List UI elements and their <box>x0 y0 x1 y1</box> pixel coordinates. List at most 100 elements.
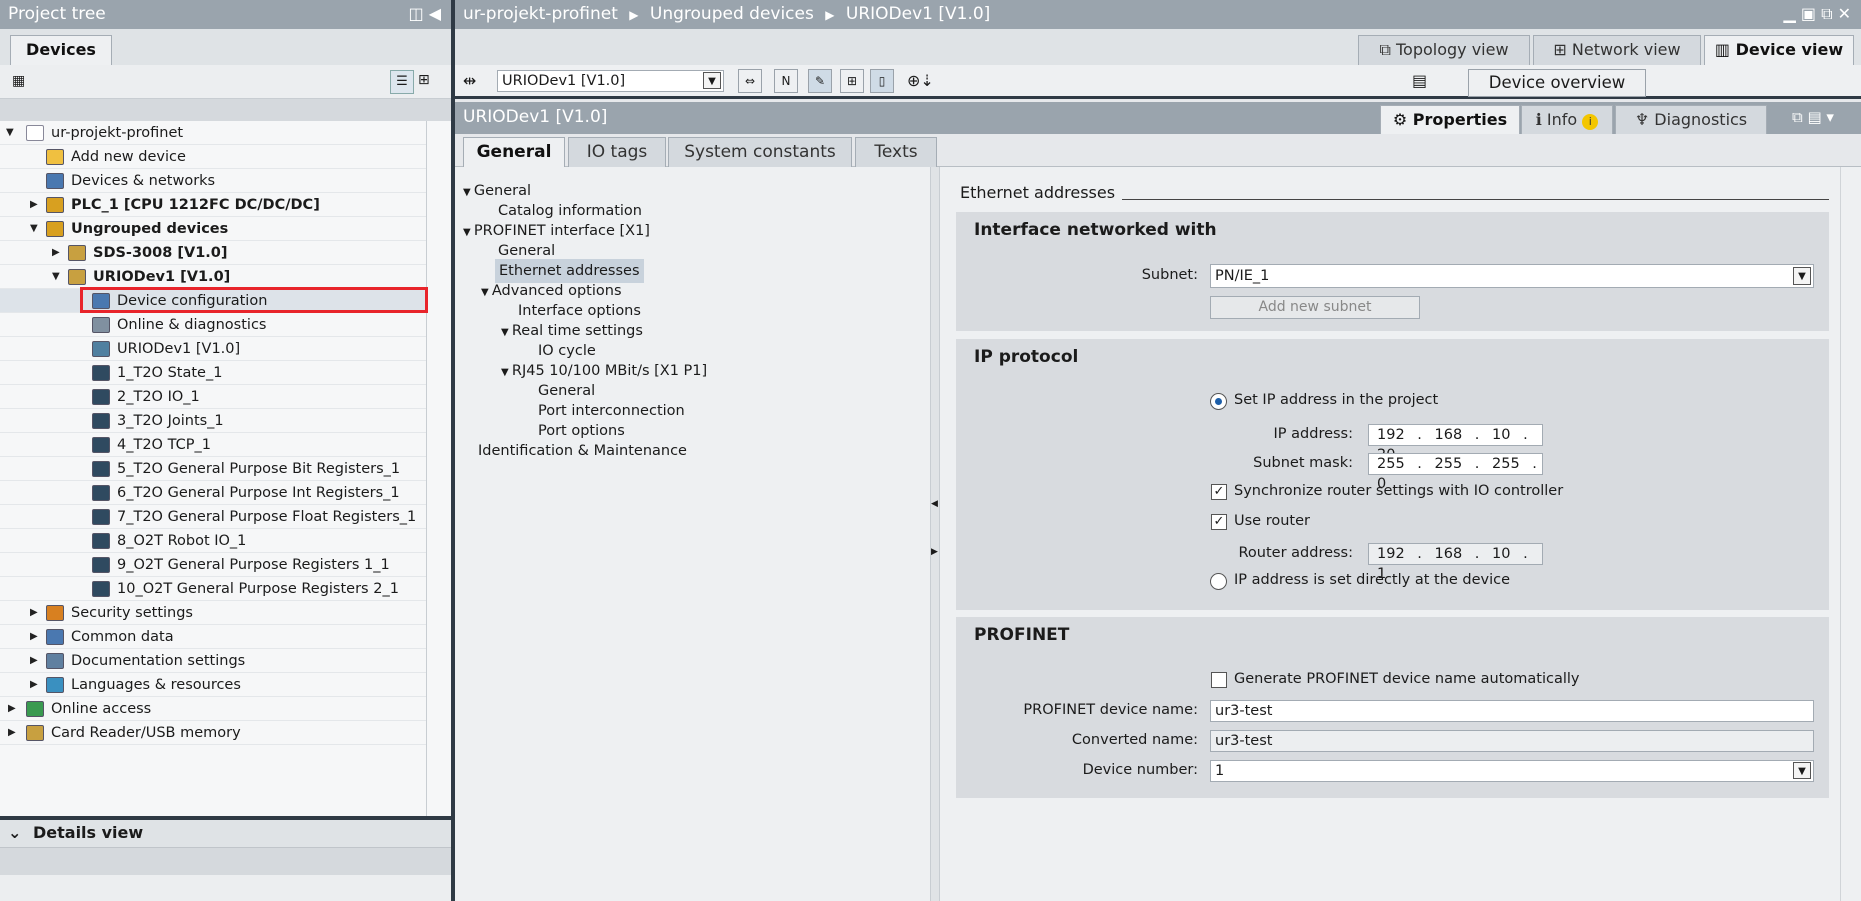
tree-item-module-8[interactable]: 8_O2T Robot IO_1 <box>0 529 426 553</box>
tree-item-devices-networks[interactable]: Devices & networks <box>0 169 426 193</box>
subnet-mask-field[interactable]: 255 . 255 . 255 . 0 <box>1368 453 1543 492</box>
tree-item-uriodev1-node[interactable]: URIODev1 [V1.0] <box>0 337 426 361</box>
breadcrumb-project[interactable]: ur-projekt-profinet <box>463 4 618 24</box>
tree-item-online-diag[interactable]: Online & diagnostics <box>0 313 426 337</box>
collapse-arrow-icon[interactable]: ▶ <box>30 193 40 217</box>
tool-icon-2[interactable]: ✎ <box>808 69 832 93</box>
tree-item-sds[interactable]: ▶ SDS-3008 [V1.0] <box>0 241 426 265</box>
add-new-subnet-button[interactable]: Add new subnet <box>1210 296 1420 319</box>
overview-toggle-icon[interactable]: ▤ <box>1412 71 1427 90</box>
tree-item-module-7[interactable]: 7_T2O General Purpose Float Registers_1 <box>0 505 426 529</box>
collapse-arrow-icon[interactable]: ▶ <box>8 721 18 745</box>
tab-devices[interactable]: Devices <box>10 35 112 65</box>
collapse-arrow-icon[interactable]: ▶ <box>30 649 40 673</box>
interface-networked-title: Interface networked with <box>974 220 1217 240</box>
breadcrumb-device[interactable]: URIODev1 [V1.0] <box>846 4 990 24</box>
device-tool-icon[interactable]: ⇹ <box>463 71 476 90</box>
splitter[interactable]: ◀ ▶ <box>931 167 940 901</box>
tree-item-module-5[interactable]: 5_T2O General Purpose Bit Registers_1 <box>0 457 426 481</box>
expand-arrow-icon: ▼ <box>501 367 512 378</box>
tree-item-common-data[interactable]: ▶ Common data <box>0 625 426 649</box>
tab-properties[interactable]: ⚙ Properties <box>1380 105 1520 134</box>
panel-toggle-icon[interactable]: ▯ <box>870 69 894 93</box>
dropdown-arrow-icon[interactable]: ▼ <box>1793 762 1811 779</box>
device-number-select[interactable]: 1 ▼ <box>1210 760 1814 782</box>
tree-item-online-access[interactable]: ▶ Online access <box>0 697 426 721</box>
sync-router-checkbox[interactable]: ✓ <box>1211 484 1227 500</box>
grid-icon[interactable]: ▦ <box>12 73 25 89</box>
router-address-field[interactable]: 192 . 168 . 10 . 1 <box>1368 543 1543 582</box>
ip-set-at-device-radio[interactable] <box>1210 573 1227 590</box>
tree-item-security[interactable]: ▶ Security settings <box>0 601 426 625</box>
expand-arrow-icon[interactable]: ▼ <box>30 217 40 241</box>
chevron-right-icon: ▶ <box>629 8 639 22</box>
tree-item-module-3[interactable]: 3_T2O Joints_1 <box>0 409 426 433</box>
tree-item-project[interactable]: ▼ ur-projekt-profinet <box>0 121 426 145</box>
tree-item-languages[interactable]: ▶ Languages & resources <box>0 673 426 697</box>
property-nav: ▼ General Catalog information ▼ PROFINET… <box>455 167 931 901</box>
grid-toggle-icon[interactable]: ⊞ <box>840 69 864 93</box>
tool-icon-1[interactable]: ⇔ <box>738 69 762 93</box>
zoom-icon[interactable]: ⊕⇣ <box>907 71 934 90</box>
section-title: Ethernet addresses <box>960 183 1116 202</box>
expand-arrow-icon[interactable]: ▼ <box>6 121 16 145</box>
tab-diagnostics[interactable]: ♆ Diagnostics <box>1615 105 1767 134</box>
nav-profinet-interface[interactable]: ▼ PROFINET interface [X1] <box>463 219 650 243</box>
breadcrumb-group[interactable]: Ungrouped devices <box>650 4 814 24</box>
window-layout-icon[interactable]: ⧉ ▤ ▾ <box>1792 108 1834 126</box>
ip-address-field[interactable]: 192 . 168 . 10 . 20 <box>1368 424 1543 463</box>
tab-texts[interactable]: Texts <box>855 137 937 167</box>
set-ip-in-project-radio[interactable] <box>1210 393 1227 410</box>
dropdown-arrow-icon[interactable]: ▼ <box>1793 267 1811 285</box>
device-name-field[interactable]: ur3-test <box>1210 700 1814 722</box>
tab-info[interactable]: ℹ Info i <box>1521 105 1613 134</box>
window-controls-icon[interactable]: ▁ ▣ ⧉ ✕ <box>1783 4 1851 24</box>
tree-item-module-2[interactable]: 2_T2O IO_1 <box>0 385 426 409</box>
collapse-arrow-icon[interactable]: ▶ <box>8 697 18 721</box>
list-view-icon[interactable]: ☰ <box>390 70 414 94</box>
tree-item-module-4[interactable]: 4_T2O TCP_1 <box>0 433 426 457</box>
device-number-label: Device number: <box>1082 762 1198 778</box>
collapse-left-icon[interactable]: ◀ <box>931 499 938 509</box>
device-select[interactable]: URIODev1 [V1.0] ▼ <box>497 70 724 92</box>
content-scrollbar[interactable] <box>1840 167 1861 901</box>
subnet-select[interactable]: PN/IE_1 ▼ <box>1210 264 1814 288</box>
expand-arrow-icon[interactable]: ▼ <box>52 265 62 289</box>
tab-topology-view[interactable]: ⧉ Topology view <box>1358 35 1530 65</box>
collapse-arrow-icon[interactable]: ▶ <box>30 673 40 697</box>
tab-system-constants[interactable]: System constants <box>668 137 852 167</box>
tree-item-label: Ungrouped devices <box>71 221 229 237</box>
tree-item-plc[interactable]: ▶ PLC_1 [CPU 1212FC DC/DC/DC] <box>0 193 426 217</box>
tree-item-documentation[interactable]: ▶ Documentation settings <box>0 649 426 673</box>
collapse-arrow-icon[interactable]: ▶ <box>30 625 40 649</box>
collapse-panel-icon[interactable]: ◫ ◀ <box>408 4 441 23</box>
tree-item-card-reader[interactable]: ▶ Card Reader/USB memory <box>0 721 426 745</box>
tree-item-module-9[interactable]: 9_O2T General Purpose Registers 1_1 <box>0 553 426 577</box>
tab-device-overview[interactable]: Device overview <box>1468 69 1646 97</box>
tab-general[interactable]: General <box>463 137 565 167</box>
dropdown-arrow-icon[interactable]: ▼ <box>703 72 721 89</box>
tree-item-ungrouped[interactable]: ▼ Ungrouped devices <box>0 217 426 241</box>
tree-item-module-1[interactable]: 1_T2O State_1 <box>0 361 426 385</box>
name-icon[interactable]: N <box>774 69 798 93</box>
use-router-checkbox[interactable]: ✓ <box>1211 514 1227 530</box>
collapse-arrow-icon[interactable]: ▶ <box>52 241 62 265</box>
tree-item-module-6[interactable]: 6_T2O General Purpose Int Registers_1 <box>0 481 426 505</box>
nav-identification-maintenance[interactable]: Identification & Maintenance <box>478 439 687 463</box>
tree-item-add-device[interactable]: Add new device <box>0 145 426 169</box>
tab-network-view[interactable]: ⊞ Network view <box>1533 35 1701 65</box>
auto-name-checkbox[interactable] <box>1211 672 1227 688</box>
profinet-panel: PROFINET Generate PROFINET device name a… <box>956 617 1829 798</box>
collapse-right-icon[interactable]: ▶ <box>931 547 938 557</box>
tree-scrollbar[interactable] <box>426 121 451 816</box>
overview-icon[interactable]: ⊞ <box>418 72 430 88</box>
tree-item-module-10[interactable]: 10_O2T General Purpose Registers 2_1 <box>0 577 426 601</box>
tree-item-label: Security settings <box>71 605 193 621</box>
tree-item-label: Add new device <box>71 149 186 165</box>
tab-device-view[interactable]: ▥ Device view <box>1704 35 1854 65</box>
tab-io-tags[interactable]: IO tags <box>568 137 666 167</box>
nav-rj45-port[interactable]: ▼ RJ45 10/100 MBit/s [X1 P1] <box>501 359 707 383</box>
tree-item-uriodev1[interactable]: ▼ URIODev1 [V1.0] <box>0 265 426 289</box>
collapse-arrow-icon[interactable]: ▶ <box>30 601 40 625</box>
details-view-header[interactable]: ⌄ Details view <box>0 820 451 847</box>
